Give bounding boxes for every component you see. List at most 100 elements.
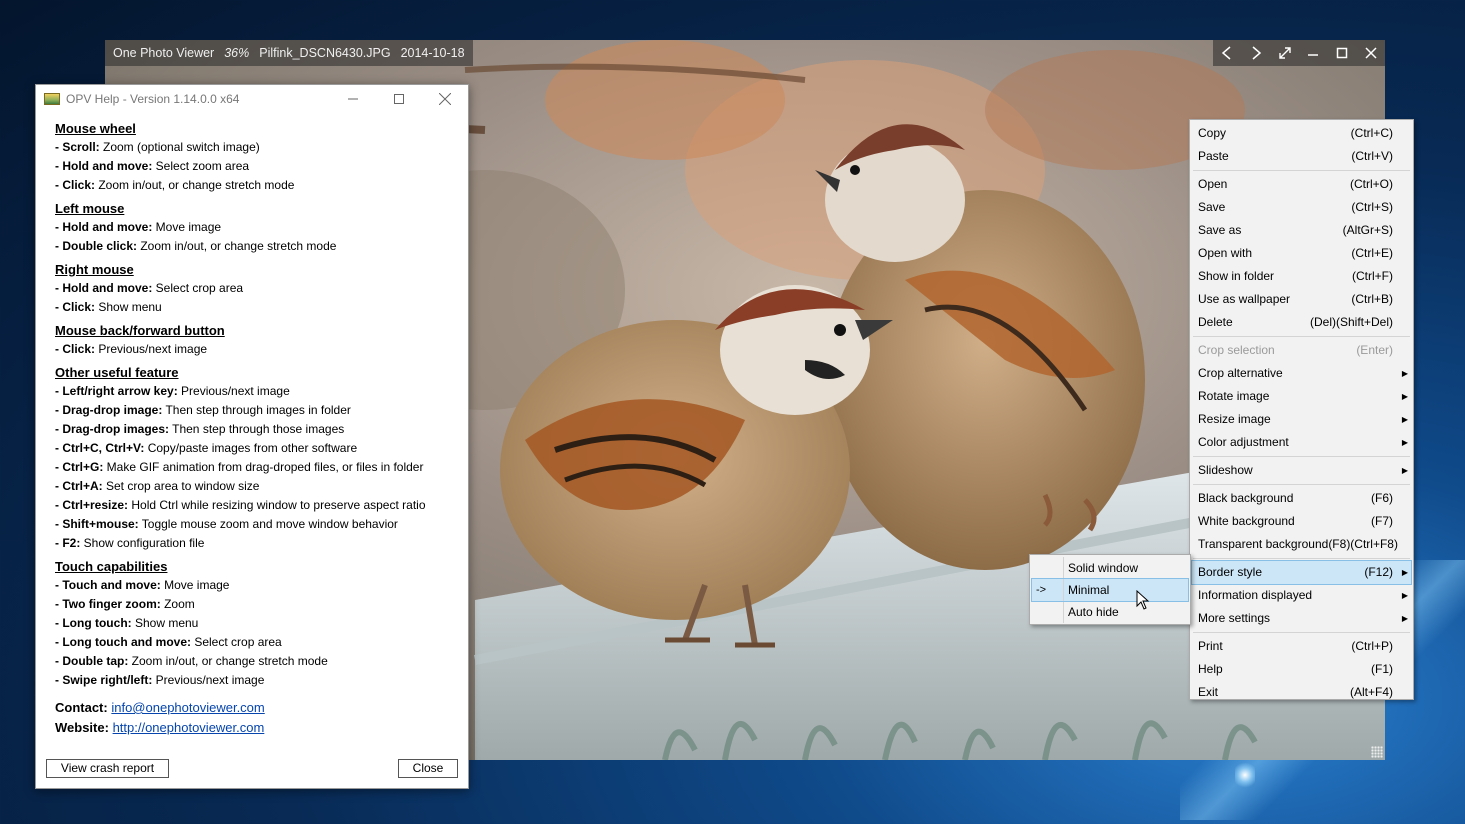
help-line-key: - Swipe right/left: bbox=[55, 673, 153, 687]
help-titlebar[interactable]: OPV Help - Version 1.14.0.0 x64 bbox=[36, 85, 468, 113]
menu-item-label: Copy bbox=[1198, 126, 1227, 140]
menu-separator bbox=[1193, 632, 1410, 633]
submenu-item-solid-window[interactable]: Solid window bbox=[1032, 557, 1188, 579]
menu-separator bbox=[1193, 456, 1410, 457]
menu-item-white-background[interactable]: White background (F7) bbox=[1192, 510, 1411, 533]
viewer-window-controls bbox=[1213, 40, 1385, 66]
help-line-key: - Click: bbox=[55, 300, 96, 314]
next-icon[interactable] bbox=[1245, 42, 1267, 64]
menu-item-open[interactable]: Open (Ctrl+O) bbox=[1192, 173, 1411, 196]
menu-item-copy[interactable]: Copy (Ctrl+C) bbox=[1192, 122, 1411, 145]
menu-item-label: Rotate image bbox=[1198, 389, 1270, 403]
help-line-key: - Ctrl+C, Ctrl+V: bbox=[55, 441, 145, 455]
menu-item-label: Crop alternative bbox=[1198, 366, 1283, 380]
contact-email-link[interactable]: info@onephotoviewer.com bbox=[111, 700, 264, 715]
menu-item-shortcut: (AltGr+S) bbox=[1342, 223, 1393, 237]
help-line: - Click: Zoom in/out, or change stretch … bbox=[55, 176, 468, 195]
menu-item-shortcut: (Ctrl+S) bbox=[1351, 200, 1393, 214]
menu-item-label: Open with bbox=[1198, 246, 1253, 260]
menu-item-information-displayed[interactable]: Information displayed ▶ bbox=[1192, 584, 1411, 607]
menu-item-exit[interactable]: Exit (Alt+F4) bbox=[1192, 681, 1411, 704]
menu-item-label: Resize image bbox=[1198, 412, 1271, 426]
menu-item-more-settings[interactable]: More settings ▶ bbox=[1192, 607, 1411, 630]
viewer-app-name: One Photo Viewer bbox=[113, 46, 215, 60]
submenu-arrow-icon: ▶ bbox=[1401, 415, 1409, 424]
menu-item-show-in-folder[interactable]: Show in folder (Ctrl+F) bbox=[1192, 265, 1411, 288]
submenu-check-indicator: -> bbox=[1032, 579, 1064, 601]
menu-item-transparent-background[interactable]: Transparent background (F8)(Ctrl+F8) bbox=[1192, 533, 1411, 556]
menu-separator bbox=[1193, 558, 1410, 559]
resize-grip-icon[interactable] bbox=[1371, 746, 1383, 758]
help-line-text: Make GIF animation from drag-droped file… bbox=[103, 460, 424, 474]
help-line-text: Select crop area bbox=[191, 635, 282, 649]
menu-item-crop-alternative[interactable]: Crop alternative ▶ bbox=[1192, 362, 1411, 385]
close-icon[interactable] bbox=[1360, 42, 1382, 64]
menu-item-resize-image[interactable]: Resize image ▶ bbox=[1192, 408, 1411, 431]
close-button[interactable]: Close bbox=[398, 759, 458, 778]
prev-icon[interactable] bbox=[1216, 42, 1238, 64]
menu-item-open-with[interactable]: Open with (Ctrl+E) bbox=[1192, 242, 1411, 265]
menu-item-rotate-image[interactable]: Rotate image ▶ bbox=[1192, 385, 1411, 408]
help-line-key: - Click: bbox=[55, 178, 96, 192]
viewer-zoom-level: 36% bbox=[224, 46, 250, 60]
help-line: - Hold and move: Select zoom area bbox=[55, 157, 468, 176]
context-menu: Copy (Ctrl+C) Paste (Ctrl+V) Open (Ctrl+O) Sav… bbox=[1189, 119, 1414, 700]
help-maximize-icon[interactable] bbox=[376, 85, 422, 113]
menu-item-label: Open bbox=[1198, 177, 1228, 191]
menu-item-print[interactable]: Print (Ctrl+P) bbox=[1192, 635, 1411, 658]
menu-item-paste[interactable]: Paste (Ctrl+V) bbox=[1192, 145, 1411, 168]
contact-label: Contact: bbox=[55, 700, 108, 715]
help-line-text: Hold Ctrl while resizing window to prese… bbox=[128, 498, 426, 512]
website-link[interactable]: http://onephotoviewer.com bbox=[113, 720, 265, 735]
menu-item-shortcut: (Ctrl+V) bbox=[1351, 149, 1393, 163]
menu-item-border-style[interactable]: Border style (F12) ▶ bbox=[1191, 560, 1412, 585]
menu-item-color-adjustment[interactable]: Color adjustment ▶ bbox=[1192, 431, 1411, 454]
help-section-heading: Left mouse bbox=[55, 201, 125, 216]
help-close-icon[interactable] bbox=[422, 85, 468, 113]
fullscreen-icon[interactable] bbox=[1274, 42, 1296, 64]
help-line-key: - Shift+mouse: bbox=[55, 517, 139, 531]
submenu-arrow-icon: ▶ bbox=[1401, 568, 1409, 577]
menu-separator bbox=[1193, 170, 1410, 171]
menu-item-label: Paste bbox=[1198, 149, 1229, 163]
help-line: - Left/right arrow key: Previous/next im… bbox=[55, 382, 468, 401]
menu-item-label: Use as wallpaper bbox=[1198, 292, 1291, 306]
app-logo-icon bbox=[44, 93, 60, 105]
menu-item-help[interactable]: Help (F1) bbox=[1192, 658, 1411, 681]
submenu-item-label: Solid window bbox=[1068, 561, 1139, 575]
help-line-key: - Double click: bbox=[55, 239, 138, 253]
menu-item-delete[interactable]: Delete (Del)(Shift+Del) bbox=[1192, 311, 1411, 334]
help-minimize-icon[interactable] bbox=[330, 85, 376, 113]
help-line: - Hold and move: Select crop area bbox=[55, 279, 468, 298]
submenu-arrow-icon: ▶ bbox=[1401, 614, 1409, 623]
menu-item-label: Transparent background bbox=[1198, 537, 1329, 551]
minimize-icon[interactable] bbox=[1302, 42, 1324, 64]
help-line-key: - Hold and move: bbox=[55, 159, 153, 173]
submenu-item-minimal[interactable]: -> Minimal bbox=[1031, 578, 1189, 602]
menu-item-black-background[interactable]: Black background (F6) bbox=[1192, 487, 1411, 510]
menu-item-use-as-wallpaper[interactable]: Use as wallpaper (Ctrl+B) bbox=[1192, 288, 1411, 311]
menu-item-shortcut: (F1) bbox=[1371, 662, 1393, 676]
view-crash-report-button[interactable]: View crash report bbox=[46, 759, 169, 778]
help-line: - Ctrl+C, Ctrl+V: Copy/paste images from… bbox=[55, 439, 468, 458]
viewer-date: 2014-10-18 bbox=[400, 46, 465, 60]
help-line-key: - Hold and move: bbox=[55, 281, 153, 295]
help-line-text: Previous/next image bbox=[152, 673, 265, 687]
help-section-heading: Right mouse bbox=[55, 262, 134, 277]
help-line: - Scroll: Zoom (optional switch image) bbox=[55, 138, 468, 157]
maximize-icon[interactable] bbox=[1331, 42, 1353, 64]
menu-item-label: Border style bbox=[1198, 565, 1263, 579]
submenu-item-auto-hide[interactable]: Auto hide bbox=[1032, 601, 1188, 623]
menu-item-save-as[interactable]: Save as (AltGr+S) bbox=[1192, 219, 1411, 242]
help-line-key: - Drag-drop image: bbox=[55, 403, 163, 417]
help-line: - Drag-drop images: Then step through th… bbox=[55, 420, 468, 439]
menu-item-slideshow[interactable]: Slideshow ▶ bbox=[1192, 459, 1411, 482]
menu-item-label: Color adjustment bbox=[1198, 435, 1289, 449]
help-line-key: - Long touch: bbox=[55, 616, 132, 630]
help-line: - Swipe right/left: Previous/next image bbox=[55, 671, 468, 690]
menu-item-save[interactable]: Save (Ctrl+S) bbox=[1192, 196, 1411, 219]
menu-item-label: Print bbox=[1198, 639, 1223, 653]
menu-item-label: Exit bbox=[1198, 685, 1219, 699]
help-line-text: Show menu bbox=[131, 616, 199, 630]
menu-item-label: More settings bbox=[1198, 611, 1271, 625]
